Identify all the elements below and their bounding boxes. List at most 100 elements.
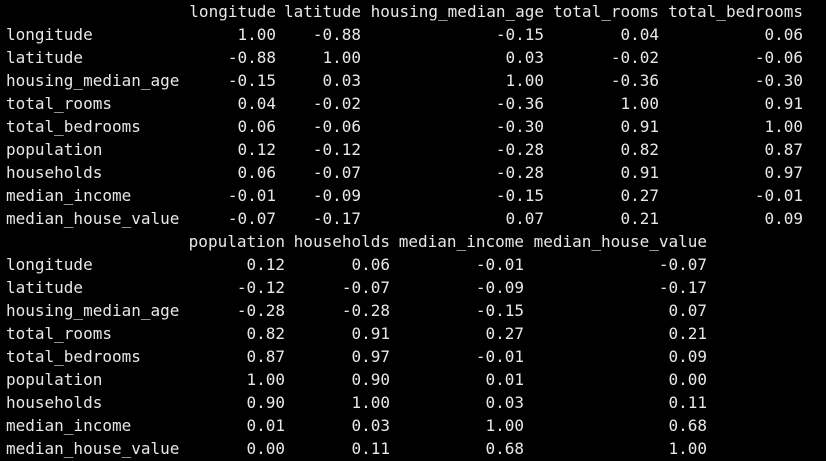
row-label: total_rooms [6, 324, 112, 343]
table-cell: -0.15 [495, 186, 544, 205]
row-label: population [6, 140, 103, 159]
table-cell: 0.97 [764, 163, 803, 182]
row-label: latitude [6, 278, 84, 297]
terminal-output: longitude latitude housing_median_age total… [0, 0, 826, 461]
table-cell: 0.01 [485, 370, 524, 389]
column-header: latitude [283, 2, 361, 21]
row-label: housing_median_age [6, 71, 180, 90]
row-label: median_house_value [6, 439, 180, 458]
table-cell: 1.00 [246, 370, 285, 389]
table-cell: 0.06 [237, 163, 276, 182]
table-cell: -0.36 [610, 71, 659, 90]
table-cell: 0.91 [351, 324, 390, 343]
table-cell: -0.07 [312, 163, 361, 182]
table-cell: 0.09 [764, 209, 803, 228]
table-cell: 0.11 [668, 393, 707, 412]
table-cell: 0.82 [246, 324, 285, 343]
column-header: housing_median_age [370, 2, 544, 21]
table-cell: -0.28 [341, 301, 390, 320]
column-header: median_income [398, 232, 524, 251]
table-cell: 0.11 [351, 439, 390, 458]
table-cell: -0.07 [658, 255, 707, 274]
table-cell: 0.01 [246, 416, 285, 435]
row-label: households [6, 393, 103, 412]
table-cell: 0.00 [668, 370, 707, 389]
table-cell: -0.17 [658, 278, 707, 297]
table-cell: 0.06 [237, 117, 276, 136]
column-header: median_house_value [533, 232, 707, 251]
table-cell: 0.68 [668, 416, 707, 435]
table-cell: 0.27 [620, 186, 659, 205]
table-cell: 0.90 [351, 370, 390, 389]
table-cell: 0.87 [764, 140, 803, 159]
table-cell: 0.68 [485, 439, 524, 458]
table-cell: -0.07 [341, 278, 390, 297]
table-cell: 0.91 [764, 94, 803, 113]
table-cell: 0.82 [620, 140, 659, 159]
row-label: longitude [6, 255, 93, 274]
column-header: longitude [189, 2, 276, 21]
table-cell: -0.09 [312, 186, 361, 205]
table-cell: -0.28 [495, 140, 544, 159]
row-label: households [6, 163, 103, 182]
table-cell: -0.01 [475, 255, 524, 274]
table-cell: -0.15 [495, 25, 544, 44]
table-cell: 0.03 [351, 416, 390, 435]
table-cell: -0.30 [754, 71, 803, 90]
table-cell: 0.00 [246, 439, 285, 458]
row-label: population [6, 370, 103, 389]
table-cell: -0.01 [754, 186, 803, 205]
table-cell: 0.07 [505, 209, 544, 228]
table-cell: 0.97 [351, 347, 390, 366]
table-cell: -0.06 [312, 117, 361, 136]
table-cell: -0.88 [312, 25, 361, 44]
table-cell: 0.87 [246, 347, 285, 366]
row-label: total_bedrooms [6, 347, 141, 366]
table-cell: 0.07 [668, 301, 707, 320]
table-cell: 0.91 [620, 163, 659, 182]
table-cell: 0.06 [764, 25, 803, 44]
table-cell: 1.00 [620, 94, 659, 113]
row-label: median_income [6, 416, 132, 435]
table-cell: 0.06 [351, 255, 390, 274]
row-label: total_bedrooms [6, 117, 141, 136]
row-label: longitude [6, 25, 93, 44]
table-cell: -0.01 [227, 186, 276, 205]
table-cell: 0.21 [668, 324, 707, 343]
row-label: latitude [6, 48, 84, 67]
table-cell: -0.09 [475, 278, 524, 297]
table-cell: 0.03 [322, 71, 361, 90]
table-cell: -0.15 [227, 71, 276, 90]
column-header: total_bedrooms [668, 2, 803, 21]
table-cell: 1.00 [237, 25, 276, 44]
table-cell: 0.27 [485, 324, 524, 343]
table-cell: -0.12 [236, 278, 285, 297]
table-cell: 0.21 [620, 209, 659, 228]
row-label: housing_median_age [6, 301, 180, 320]
table-cell: -0.15 [475, 301, 524, 320]
table-cell: 1.00 [485, 416, 524, 435]
table-cell: -0.02 [312, 94, 361, 113]
table-cell: -0.12 [312, 140, 361, 159]
table-cell: -0.28 [236, 301, 285, 320]
table-cell: -0.28 [495, 163, 544, 182]
row-label: median_house_value [6, 209, 180, 228]
table-cell: 0.91 [620, 117, 659, 136]
table-cell: -0.88 [227, 48, 276, 67]
table-cell: 0.03 [485, 393, 524, 412]
table-cell: 0.12 [246, 255, 285, 274]
table-cell: -0.01 [475, 347, 524, 366]
row-label: total_rooms [6, 94, 112, 113]
table-cell: -0.36 [495, 94, 544, 113]
column-header: households [293, 232, 390, 251]
table-cell: -0.06 [754, 48, 803, 67]
column-header: population [188, 232, 285, 251]
table-cell: -0.30 [495, 117, 544, 136]
row-label: median_income [6, 186, 132, 205]
table-cell: -0.07 [227, 209, 276, 228]
table-cell: 1.00 [764, 117, 803, 136]
table-cell: 0.09 [668, 347, 707, 366]
column-header: total_rooms [553, 2, 659, 21]
table-cell: 0.90 [246, 393, 285, 412]
table-cell: 0.12 [237, 140, 276, 159]
